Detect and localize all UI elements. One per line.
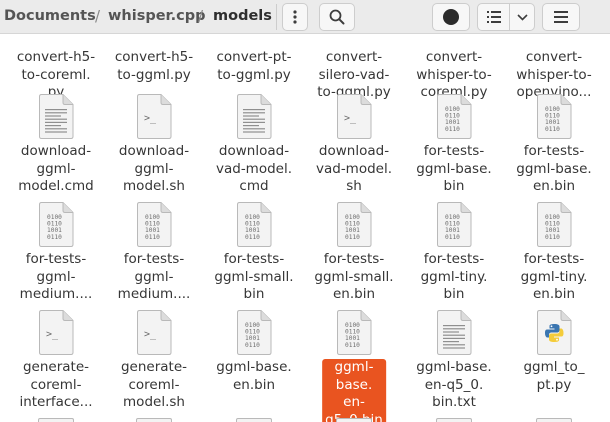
breadcrumb-models[interactable]: models bbox=[213, 0, 272, 34]
file-item[interactable]: 0100 0110 1001 0110 for-tests- ggml-tiny. en… bbox=[504, 202, 604, 310]
file-name: for-tests- ggml-small. bin bbox=[214, 251, 294, 302]
svg-text:0110: 0110 bbox=[145, 234, 160, 241]
file-name: for-tests- ggml-small. en.bin bbox=[314, 251, 394, 302]
svg-text:>_: >_ bbox=[144, 329, 157, 340]
file-name: ggml-base. en.bin bbox=[216, 359, 292, 393]
file-grid: convert-h5- to-coreml. py convert-h5- to-… bbox=[0, 34, 610, 422]
location-menu-button[interactable] bbox=[282, 3, 308, 31]
text-file-icon bbox=[236, 94, 272, 139]
file-item[interactable]: 0100 0110 1001 0110 for-tests- ggml-base. bi… bbox=[404, 94, 504, 202]
file-name: for-tests- ggml-tiny. en.bin bbox=[520, 251, 588, 302]
view-options-button[interactable] bbox=[510, 4, 534, 30]
file-item[interactable]: 0100 0110 1001 0110 for-tests- ggml- medium.… bbox=[6, 202, 106, 310]
file-item[interactable]: ggml-base. en-q5_0. bin.txt bbox=[404, 310, 504, 418]
file-icon-partial bbox=[136, 418, 172, 422]
file-name: generate- coreml- interface... bbox=[19, 359, 93, 410]
binary-file-icon: 0100 0110 1001 0110 bbox=[536, 94, 572, 139]
breadcrumb-separator: / bbox=[95, 7, 101, 25]
python-file-icon bbox=[536, 310, 572, 355]
svg-text:0110: 0110 bbox=[245, 342, 260, 349]
svg-text:0110: 0110 bbox=[345, 342, 360, 349]
svg-text:0110: 0110 bbox=[545, 126, 560, 133]
file-name: for-tests- ggml-base. en.bin bbox=[516, 143, 592, 194]
binary-file-icon: 0100 0110 1001 0110 bbox=[136, 202, 172, 247]
file-name: ggml-base. en-q5_0.bin bbox=[322, 359, 386, 422]
svg-text:0110: 0110 bbox=[445, 126, 460, 133]
binary-file-icon: 0100 0110 1001 0110 bbox=[536, 202, 572, 247]
svg-text:0110: 0110 bbox=[445, 234, 460, 241]
svg-text:0110: 0110 bbox=[245, 234, 260, 241]
circle-icon bbox=[443, 9, 459, 25]
file-name: convert-pt- to-ggml.py bbox=[216, 49, 292, 83]
file-name: ggml_to_ pt.py bbox=[523, 359, 585, 393]
view-toggle-group bbox=[477, 3, 535, 31]
file-item[interactable]: 0100 0110 1001 0110 for-tests- ggml- medium.… bbox=[104, 202, 204, 310]
file-name: download- vad-model. cmd bbox=[215, 143, 293, 194]
record-button[interactable] bbox=[432, 3, 470, 31]
binary-file-icon: 0100 0110 1001 0110 bbox=[336, 202, 372, 247]
file-item[interactable]: 0100 0110 1001 0110 for-tests- ggml-small. e… bbox=[304, 202, 404, 310]
file-name: download- ggml- model.cmd bbox=[18, 143, 94, 194]
breadcrumb-whisper-cpp[interactable]: whisper.cpp bbox=[108, 0, 205, 34]
list-view-button[interactable] bbox=[478, 4, 511, 30]
file-icon-partial bbox=[38, 418, 74, 422]
file-item[interactable]: >_ generate- coreml- model.sh bbox=[104, 310, 204, 418]
search-icon bbox=[329, 9, 345, 25]
binary-file-icon: 0100 0110 1001 0110 bbox=[38, 202, 74, 247]
vertical-ellipsis-icon bbox=[293, 10, 297, 24]
file-name: generate- coreml- model.sh bbox=[120, 359, 188, 410]
chevron-down-icon bbox=[517, 13, 528, 21]
file-item[interactable]: ggml_to_ pt.py bbox=[504, 310, 604, 418]
script-file-icon: >_ bbox=[136, 310, 172, 355]
binary-file-icon: 0100 0110 1001 0110 bbox=[336, 310, 372, 355]
file-name: for-tests- ggml- medium.... bbox=[117, 251, 191, 302]
file-item[interactable]: 0100 0110 1001 0110 for-tests- ggml-base. en… bbox=[504, 94, 604, 202]
file-name: for-tests- ggml-tiny. bin bbox=[420, 251, 488, 302]
svg-text:0110: 0110 bbox=[545, 234, 560, 241]
file-item[interactable]: >_ generate- coreml- interface... bbox=[6, 310, 106, 418]
file-name: convert-h5- to-ggml.py bbox=[114, 49, 194, 83]
file-item[interactable]: >_ download- ggml- model.sh bbox=[104, 94, 204, 202]
selected-file-name: ggml-base. en-q5_0.bin bbox=[322, 359, 386, 422]
script-file-icon: >_ bbox=[336, 94, 372, 139]
script-file-icon: >_ bbox=[38, 310, 74, 355]
file-item[interactable]: download- ggml- model.cmd bbox=[6, 94, 106, 202]
file-icon-partial bbox=[536, 418, 572, 422]
binary-file-icon: 0100 0110 1001 0110 bbox=[236, 310, 272, 355]
script-file-icon: >_ bbox=[136, 94, 172, 139]
main-menu-button[interactable] bbox=[542, 3, 580, 31]
file-icon-partial bbox=[436, 418, 472, 422]
binary-file-icon: 0100 0110 1001 0110 bbox=[436, 202, 472, 247]
file-item[interactable]: 0100 0110 1001 0110 ggml-base. en-q5_0.bin bbox=[304, 310, 404, 422]
file-name: for-tests- ggml-base. bin bbox=[416, 143, 492, 194]
text-file-icon bbox=[38, 94, 74, 139]
file-item[interactable]: 0100 0110 1001 0110 ggml-base. en.bin bbox=[204, 310, 304, 418]
binary-file-icon: 0100 0110 1001 0110 bbox=[436, 94, 472, 139]
header-bar: Documents / whisper.cpp / models bbox=[0, 0, 610, 34]
hamburger-icon bbox=[554, 11, 568, 23]
file-name: download- vad-model. sh bbox=[315, 143, 393, 194]
header-divider bbox=[276, 4, 277, 30]
file-name: download- ggml- model.sh bbox=[118, 143, 190, 194]
file-icon-partial bbox=[236, 418, 272, 422]
text-file-icon bbox=[436, 310, 472, 355]
file-item[interactable]: 0100 0110 1001 0110 for-tests- ggml-tiny. bi… bbox=[404, 202, 504, 310]
svg-text:>_: >_ bbox=[46, 329, 59, 340]
file-name: for-tests- ggml- medium.... bbox=[19, 251, 93, 302]
binary-file-icon: 0100 0110 1001 0110 bbox=[236, 202, 272, 247]
file-item[interactable]: >_ download- vad-model. sh bbox=[304, 94, 404, 202]
file-item[interactable]: 0100 0110 1001 0110 for-tests- ggml-small. b… bbox=[204, 202, 304, 310]
breadcrumb-documents[interactable]: Documents bbox=[4, 0, 96, 34]
search-button[interactable] bbox=[319, 3, 355, 31]
breadcrumb-separator: / bbox=[198, 7, 204, 25]
list-view-icon bbox=[486, 11, 501, 23]
file-icon-partial bbox=[336, 418, 372, 422]
svg-text:>_: >_ bbox=[144, 113, 157, 124]
svg-text:>_: >_ bbox=[344, 113, 357, 124]
file-item[interactable]: download- vad-model. cmd bbox=[204, 94, 304, 202]
svg-text:0110: 0110 bbox=[47, 234, 62, 241]
svg-text:0110: 0110 bbox=[345, 234, 360, 241]
file-name: ggml-base. en-q5_0. bin.txt bbox=[416, 359, 492, 410]
